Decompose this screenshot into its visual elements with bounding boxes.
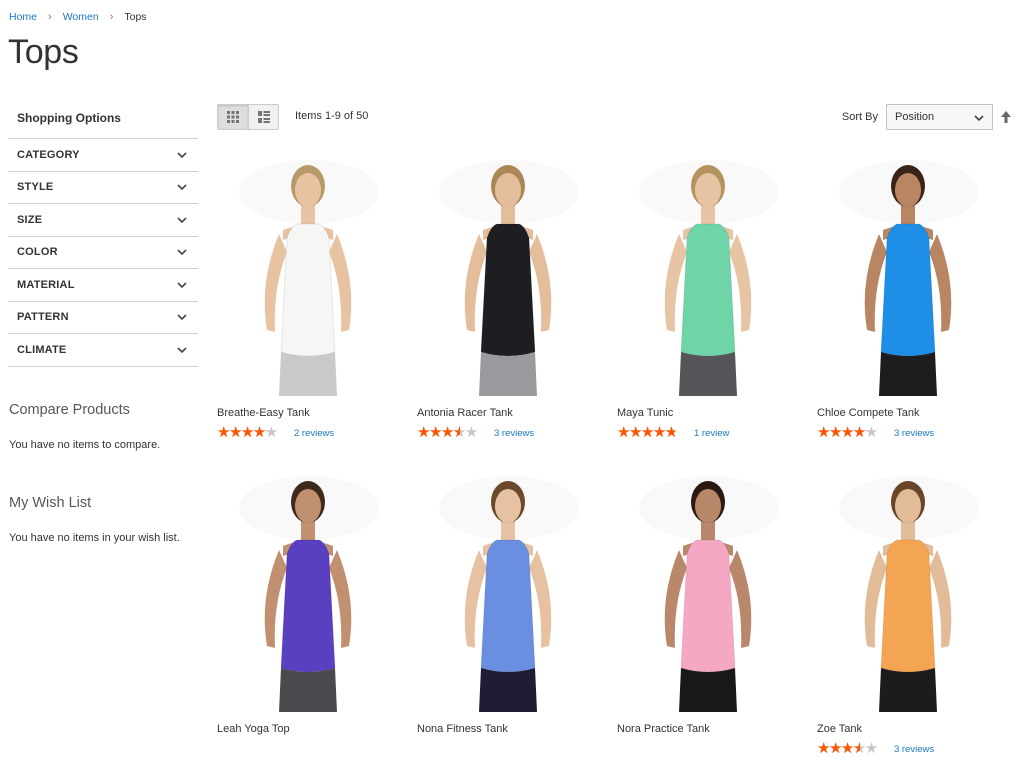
- chevron-down-icon: [974, 115, 984, 122]
- filter-label: PATTERN: [17, 311, 69, 324]
- star-filled-icon: ★★★★★: [217, 426, 267, 440]
- chevron-down-icon: [177, 249, 187, 256]
- product-photo[interactable]: [817, 152, 997, 396]
- product-card[interactable]: Nora Practice Tank: [617, 468, 817, 735]
- compare-products-empty-text: You have no items to compare.: [9, 439, 161, 451]
- breadcrumb-home-link[interactable]: Home: [9, 11, 37, 23]
- rating-stars: ★★★★★★★★★★: [617, 425, 689, 440]
- filter-color[interactable]: COLOR: [8, 237, 198, 269]
- product-rating: ★★★★★ ★★★★★ 1 review: [617, 425, 817, 440]
- view-mode-switch: [217, 104, 279, 130]
- filter-label: STYLE: [17, 181, 54, 194]
- filter-label: MATERIAL: [17, 278, 75, 291]
- wish-list-empty-text: You have no items in your wish list.: [9, 532, 180, 544]
- filter-style[interactable]: STYLE: [8, 172, 198, 204]
- product-name-link[interactable]: Chloe Compete Tank: [817, 407, 1017, 419]
- rating-stars: ★★★★★★★★★★: [217, 425, 289, 440]
- sidebar: Shopping Options CATEGORY STYLE SIZE COLOR M…: [8, 100, 198, 367]
- page-title: Tops: [8, 33, 79, 71]
- product-name-link[interactable]: Nona Fitness Tank: [417, 723, 617, 735]
- star-filled-icon: ★★★★★: [617, 426, 675, 440]
- breadcrumb-separator-icon: ›: [48, 11, 52, 23]
- chevron-down-icon: [177, 282, 187, 288]
- chevron-down-icon: [177, 217, 187, 223]
- filter-list: CATEGORY STYLE SIZE COLOR MATERIAL PATTERN CLI…: [8, 139, 198, 367]
- compare-products-title: Compare Products: [9, 402, 130, 418]
- items-count: Items 1-9 of 50: [295, 110, 369, 122]
- product-card[interactable]: Antonia Racer Tank ★★★★★★★★★★ 3 reviews: [417, 152, 617, 440]
- product-name-link[interactable]: Antonia Racer Tank: [417, 407, 617, 419]
- filter-label: COLOR: [17, 246, 58, 259]
- star-filled-icon: ★★★★★: [417, 426, 461, 440]
- product-photo[interactable]: [217, 152, 397, 396]
- product-card[interactable]: Maya Tunic ★★★★★ ★★★★★ 1 review: [617, 152, 817, 440]
- product-photo[interactable]: [417, 468, 597, 712]
- wish-list-title: My Wish List: [9, 495, 92, 511]
- filter-label: CATEGORY: [17, 148, 80, 161]
- product-card[interactable]: Zoe Tank ★★★★★★★★★★ 3 reviews: [817, 468, 1017, 756]
- filter-label: CLIMATE: [17, 343, 67, 356]
- product-card[interactable]: Breathe-Easy Tank ★★★★★★★★★★ 2 reviews: [217, 152, 417, 440]
- chevron-down-icon: [177, 152, 187, 158]
- breadcrumb-current: Tops: [124, 11, 147, 23]
- filter-label: SIZE: [17, 213, 43, 226]
- star-filled-icon: ★★★★★: [817, 742, 861, 756]
- grid-view-button[interactable]: [218, 105, 248, 129]
- reviews-link[interactable]: 3 reviews: [894, 428, 934, 439]
- filter-category[interactable]: CATEGORY: [8, 139, 198, 172]
- grid-icon: [227, 111, 239, 123]
- product-card[interactable]: Nona Fitness Tank: [417, 468, 617, 735]
- sort-by-label: Sort By: [841, 111, 878, 123]
- product-rating: ★★★★★★★★★★ 3 reviews: [417, 425, 617, 440]
- product-photo[interactable]: [217, 468, 397, 712]
- product-rating: ★★★★★★★★★★ 3 reviews: [817, 741, 1017, 756]
- rating-stars: ★★★★★★★★★★: [817, 741, 889, 756]
- filter-size[interactable]: SIZE: [8, 204, 198, 237]
- product-name-link[interactable]: Nora Practice Tank: [617, 723, 817, 735]
- reviews-link[interactable]: 1 review: [694, 428, 729, 439]
- product-name-link[interactable]: Zoe Tank: [817, 723, 1017, 735]
- product-name-link[interactable]: Breathe-Easy Tank: [217, 407, 417, 419]
- filter-material[interactable]: MATERIAL: [8, 269, 198, 302]
- sort-by-select[interactable]: Position: [886, 104, 993, 130]
- chevron-down-icon: [177, 184, 187, 191]
- product-photo[interactable]: [617, 152, 797, 396]
- rating-stars: ★★★★★★★★★★: [817, 425, 889, 440]
- sort-by-value: Position: [895, 111, 935, 123]
- chevron-down-icon: [177, 347, 187, 353]
- product-name-link[interactable]: Leah Yoga Top: [217, 723, 417, 735]
- shopping-options-title: Shopping Options: [8, 100, 198, 139]
- arrow-up-icon[interactable]: [1000, 110, 1012, 124]
- chevron-down-icon: [177, 314, 187, 321]
- rating-stars: ★★★★★★★★★★: [417, 425, 489, 440]
- breadcrumb-women-link[interactable]: Women: [63, 11, 99, 23]
- product-rating: ★★★★★★★★★★ 3 reviews: [817, 425, 1017, 440]
- reviews-link[interactable]: 3 reviews: [894, 744, 934, 755]
- breadcrumb: Home › Women › Tops: [9, 11, 147, 23]
- reviews-link[interactable]: 3 reviews: [494, 428, 534, 439]
- product-card[interactable]: Leah Yoga Top: [217, 468, 417, 735]
- products-toolbar: Items 1-9 of 50 Sort By Position: [217, 104, 1012, 130]
- filter-climate[interactable]: CLIMATE: [8, 334, 198, 367]
- star-filled-icon: ★★★★★: [817, 426, 867, 440]
- product-photo[interactable]: [617, 468, 797, 712]
- product-photo[interactable]: [817, 468, 997, 712]
- list-icon: [257, 111, 270, 123]
- product-photo[interactable]: [417, 152, 597, 396]
- product-card[interactable]: Chloe Compete Tank ★★★★★★★★★★ 3 reviews: [817, 152, 1017, 440]
- reviews-link[interactable]: 2 reviews: [294, 428, 334, 439]
- list-view-button[interactable]: [248, 105, 278, 129]
- product-name-link[interactable]: Maya Tunic: [617, 407, 817, 419]
- filter-pattern[interactable]: PATTERN: [8, 302, 198, 334]
- product-rating: ★★★★★★★★★★ 2 reviews: [217, 425, 417, 440]
- breadcrumb-separator-icon: ›: [109, 11, 114, 23]
